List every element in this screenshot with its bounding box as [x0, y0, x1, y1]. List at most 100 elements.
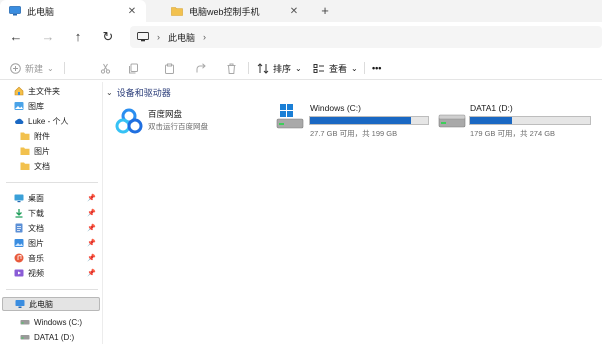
delete-button[interactable] — [224, 59, 238, 77]
tile-title: 百度网盘 — [148, 109, 183, 119]
back-button[interactable]: ← — [6, 27, 26, 47]
address-bar[interactable]: › 此电脑 › — [130, 26, 602, 48]
chevron-right-icon: › — [157, 32, 160, 42]
sidebar-item-home[interactable]: 主文件夹 — [14, 84, 114, 98]
drive-tile-d[interactable]: DATA1 (D:) 179 GB 可用，共 274 GB — [436, 100, 596, 140]
pin-icon[interactable]: 📌 — [87, 209, 96, 217]
paste-icon — [162, 61, 176, 75]
sort-icon — [256, 61, 270, 75]
pictures-icon — [14, 239, 24, 247]
sidebar-item-drive-d[interactable]: DATA1 (D:) — [20, 330, 120, 344]
windows-drive-icon — [276, 104, 304, 129]
capacity-bar-fill — [470, 117, 512, 124]
sidebar-item-label: 文档 — [34, 161, 50, 171]
video-icon — [14, 269, 24, 277]
new-button[interactable]: 新建 ⌄ — [8, 59, 54, 77]
view-button[interactable]: 查看 ⌄ — [312, 59, 358, 77]
sidebar-item-drive-c[interactable]: Windows (C:) — [20, 315, 120, 329]
sidebar-item-pictures-cloud[interactable]: 图片 — [20, 144, 120, 158]
sidebar-item-label: 下载 — [28, 208, 44, 218]
sidebar-item-this-pc[interactable]: 此电脑 — [2, 297, 100, 311]
refresh-button[interactable]: ↻ — [98, 27, 118, 47]
sidebar-item-label: 主文件夹 — [28, 86, 60, 96]
baidu-netdisk-icon — [115, 108, 143, 134]
pane-splitter[interactable] — [102, 82, 103, 344]
pin-icon[interactable]: 📌 — [87, 194, 96, 202]
folder-icon — [20, 162, 30, 170]
drive-name: Windows (C:) — [310, 103, 362, 113]
chevron-down-icon: ⌄ — [106, 88, 113, 97]
forward-button[interactable]: → — [38, 27, 58, 47]
pin-icon[interactable]: 📌 — [87, 269, 96, 277]
drive-icon — [438, 114, 466, 128]
capacity-bar — [309, 116, 429, 125]
plus-circle-icon — [8, 61, 22, 75]
tab-close-button[interactable]: ✕ — [286, 6, 302, 17]
up-button[interactable]: ↑ — [68, 27, 88, 47]
sidebar-item-label: 图片 — [28, 238, 44, 248]
breadcrumb-this-pc[interactable]: 此电脑 — [168, 31, 195, 44]
drive-name: DATA1 (D:) — [470, 103, 513, 113]
divider — [248, 62, 249, 74]
sidebar-item-label: 图片 — [34, 146, 50, 156]
sidebar-item-documents[interactable]: 文档 📌 — [14, 221, 100, 235]
app-tile-baidu[interactable]: 百度网盘 双击运行百度网盘 — [112, 104, 262, 138]
chevron-right-icon[interactable]: › — [203, 32, 206, 42]
folder-icon — [171, 7, 183, 16]
share-button[interactable] — [194, 59, 208, 77]
onedrive-icon — [15, 118, 24, 124]
navigation-row: ← → ↑ ↻ › 此电脑 › — [0, 22, 602, 52]
command-bar: 新建 ⌄ 排序 ⌄ 查看 ⌄ ••• — [0, 56, 602, 80]
sidebar-item-music[interactable]: 音乐 📌 — [14, 251, 100, 265]
scissors-icon — [98, 61, 112, 75]
pin-icon[interactable]: 📌 — [87, 254, 96, 262]
pin-icon[interactable]: 📌 — [87, 239, 96, 247]
sidebar-item-label: Luke - 个人 — [28, 116, 69, 126]
drive-icon — [20, 335, 30, 340]
capacity-bar-fill — [310, 117, 412, 124]
divider — [364, 62, 365, 74]
cut-button[interactable] — [98, 59, 112, 77]
divider — [64, 62, 65, 74]
share-icon — [194, 61, 208, 75]
more-options-button[interactable]: ••• — [372, 59, 381, 77]
new-tab-button[interactable]: + — [316, 2, 334, 20]
tab-label: 此电脑 — [27, 6, 55, 17]
sidebar-item-desktop[interactable]: 桌面 📌 — [14, 191, 100, 205]
gallery-icon — [14, 102, 24, 110]
group-title: 设备和驱动器 — [116, 88, 171, 98]
drive-usage: 27.7 GB 可用，共 199 GB — [310, 129, 398, 138]
sidebar-item-onedrive[interactable]: Luke - 个人 — [14, 114, 114, 128]
navigation-pane: 主文件夹 图库 Luke - 个人 附件 图片 文档 桌面 📌 下载 📌 文档 … — [0, 82, 102, 344]
copy-button[interactable] — [126, 59, 140, 77]
sidebar-item-label: 视频 — [28, 268, 44, 278]
paste-button[interactable] — [162, 59, 176, 77]
tab-web-control[interactable]: 电脑web控制手机 ✕ — [162, 0, 308, 22]
music-icon — [14, 253, 24, 263]
group-header-devices[interactable]: ⌄ 设备和驱动器 — [106, 86, 171, 99]
trash-icon — [224, 61, 238, 75]
monitor-icon — [137, 32, 149, 42]
computer-icon — [9, 6, 21, 16]
pin-icon[interactable]: 📌 — [87, 224, 96, 232]
sidebar-item-downloads[interactable]: 下载 📌 — [14, 206, 100, 220]
sort-button[interactable]: 排序 ⌄ — [256, 59, 302, 77]
tab-this-pc[interactable]: 此电脑 ✕ — [0, 0, 146, 22]
divider — [6, 182, 98, 183]
tab-bar: 此电脑 ✕ 电脑web控制手机 ✕ + — [0, 0, 602, 22]
sidebar-item-attachments[interactable]: 附件 — [20, 129, 120, 143]
tab-close-button[interactable]: ✕ — [124, 6, 140, 17]
view-icon — [312, 61, 326, 75]
tile-subtitle: 双击运行百度网盘 — [148, 122, 208, 131]
folder-icon — [20, 132, 30, 140]
new-label: 新建 — [25, 63, 44, 74]
sidebar-item-gallery[interactable]: 图库 — [14, 99, 114, 113]
chevron-down-icon: ⌄ — [47, 63, 54, 73]
computer-icon — [15, 300, 25, 308]
chevron-down-icon: ⌄ — [351, 63, 358, 73]
sidebar-item-pictures[interactable]: 图片 📌 — [14, 236, 100, 250]
sidebar-item-documents-cloud[interactable]: 文档 — [20, 159, 120, 173]
tab-label: 电脑web控制手机 — [189, 6, 260, 17]
sidebar-item-videos[interactable]: 视频 📌 — [14, 266, 100, 280]
drive-tile-c[interactable]: Windows (C:) 27.7 GB 可用，共 199 GB — [274, 100, 434, 140]
